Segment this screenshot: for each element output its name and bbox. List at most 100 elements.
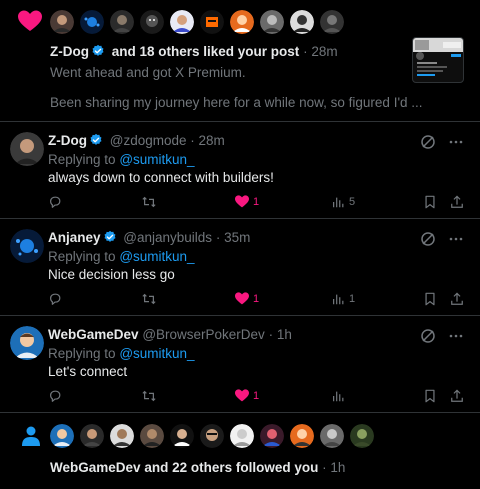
replying-to-label: Replying to [48,152,116,167]
action-bar: 1 5 [48,195,468,211]
view-count: 5 [349,196,356,208]
like-button[interactable]: 1 [235,292,259,305]
views-button[interactable] [331,389,349,403]
author-name[interactable]: Z-Dog [48,133,87,148]
action-bar: 1 1 [48,292,468,308]
avatar[interactable] [110,10,134,34]
reply-header: WebGameDev @BrowserPokerDev · 1h [48,327,292,342]
replying-to-handle[interactable]: @sumitkun_ [119,249,194,264]
more-options-icon[interactable] [448,328,464,344]
reply-icon [50,293,61,305]
bookmark-icon [425,292,435,306]
avatar[interactable] [110,424,134,448]
author-name[interactable]: WebGameDev [48,327,139,342]
avatar[interactable] [80,10,104,34]
avatar[interactable] [230,10,254,34]
timestamp: 28m [198,133,225,148]
share-button[interactable] [450,292,464,306]
bookmark-button[interactable] [424,195,436,209]
bookmark-button[interactable] [424,389,436,403]
more-options-icon[interactable] [448,134,464,150]
grok-icon[interactable] [420,134,436,150]
view-count: 1 [349,293,356,305]
verified-badge-icon [92,44,104,56]
repost-button[interactable] [141,292,157,306]
author-handle[interactable]: @anjanybuilds [123,230,212,245]
avatar[interactable] [170,424,194,448]
avatar[interactable] [200,10,224,34]
avatar[interactable] [290,424,314,448]
heart-icon [235,389,249,402]
post-thumbnail[interactable] [412,37,464,83]
separator-dot: · [190,133,195,148]
share-icon [451,195,463,208]
reply-top-actions [420,328,464,344]
avatar[interactable] [260,424,284,448]
reply-top-actions [420,134,464,150]
avatar[interactable] [10,132,44,166]
heart-icon [235,292,249,305]
repost-icon [142,196,156,208]
avatar[interactable] [200,424,224,448]
avatar[interactable] [290,10,314,34]
replying-to: Replying to @sumitkun_ [48,152,195,167]
timestamp: 1h [330,460,346,475]
repost-button[interactable] [141,389,157,403]
avatar[interactable] [50,10,74,34]
like-button[interactable]: 1 [235,195,259,208]
replying-to: Replying to @sumitkun_ [48,346,195,361]
reply-button[interactable] [48,195,62,209]
likes-notification[interactable]: Z-Dog and 18 others liked your post · 28… [0,0,480,122]
author-name[interactable]: Anjaney [48,230,101,245]
avatar[interactable] [260,10,284,34]
replying-to-label: Replying to [48,346,116,361]
author-handle[interactable]: @BrowserPokerDev [142,327,265,342]
views-button[interactable]: 1 [331,292,355,306]
avatar[interactable] [320,424,344,448]
replying-to-handle[interactable]: @sumitkun_ [119,346,194,361]
grok-icon[interactable] [420,328,436,344]
share-icon [451,292,463,305]
views-button[interactable]: 5 [331,195,355,209]
like-button[interactable]: 1 [235,389,259,402]
avatar[interactable] [230,424,254,448]
repost-icon [142,293,156,305]
repost-button[interactable] [141,195,157,209]
avatar[interactable] [10,326,44,360]
views-icon [333,294,344,305]
reply-text: Let's connect [48,364,128,379]
replying-to: Replying to @sumitkun_ [48,249,195,264]
avatar[interactable] [140,424,164,448]
reply-button[interactable] [48,292,62,306]
avatar[interactable] [10,229,44,263]
follow-notification[interactable]: WebGameDev and 22 others followed you · … [0,413,480,489]
avatar[interactable] [320,10,344,34]
author-handle[interactable]: @zdogmode [110,133,187,148]
actor-name[interactable]: Z-Dog [50,44,89,59]
likes-summary-text: and 18 others liked your post [111,44,300,59]
timestamp: 28m [311,44,338,59]
person-icon [22,426,40,446]
reply-notification[interactable]: Anjaney @anjanybuilds · 35m Replying to … [0,219,480,316]
like-count: 1 [253,195,260,208]
reply-notification[interactable]: Z-Dog @zdogmode · 28m Replying to @sumit… [0,122,480,219]
likers-avatar-row [50,10,344,34]
replying-to-handle[interactable]: @sumitkun_ [119,152,194,167]
avatar[interactable] [170,10,194,34]
views-icon [333,197,344,208]
avatar[interactable] [80,424,104,448]
actor-name[interactable]: WebGameDev [50,460,141,475]
more-options-icon[interactable] [448,231,464,247]
avatar[interactable] [140,10,164,34]
bookmark-button[interactable] [424,292,436,306]
reply-notification[interactable]: WebGameDev @BrowserPokerDev · 1h Replyin… [0,316,480,413]
share-button[interactable] [450,389,464,403]
share-button[interactable] [450,195,464,209]
separator-dot: · [215,230,221,245]
follow-summary: WebGameDev and 22 others followed you · … [50,459,345,477]
reply-button[interactable] [48,389,62,403]
avatar[interactable] [50,424,74,448]
grok-icon[interactable] [420,231,436,247]
follow-summary-text: and 22 others followed you [144,460,319,475]
avatar[interactable] [350,424,374,448]
